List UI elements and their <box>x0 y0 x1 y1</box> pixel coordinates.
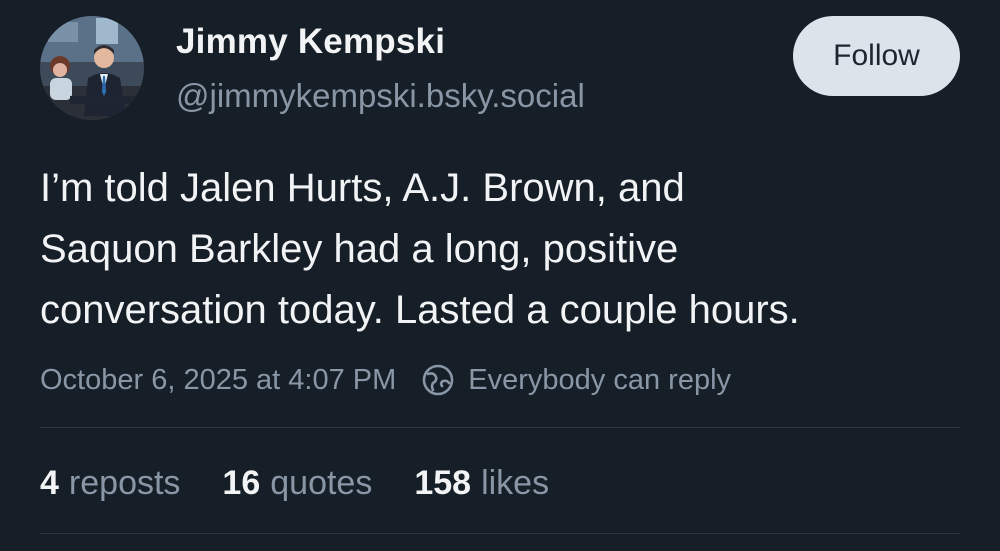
post-text: I’m told Jalen Hurts, A.J. Brown, and Sa… <box>40 166 800 332</box>
reply-setting[interactable]: Everybody can reply <box>420 362 731 398</box>
author-handle[interactable]: @jimmykempski.bsky.social <box>176 77 585 115</box>
bottom-divider <box>40 533 960 534</box>
globe-icon <box>422 364 454 396</box>
quotes-stat[interactable]: 16 quotes <box>222 464 372 503</box>
likes-count: 158 <box>414 463 472 502</box>
avatar-image <box>40 16 144 120</box>
reply-setting-label: Everybody can reply <box>468 363 732 396</box>
reposts-count: 4 <box>40 463 59 502</box>
quotes-count: 16 <box>222 463 261 502</box>
follow-button[interactable]: Follow <box>793 16 960 96</box>
post-card: Jimmy Kempski @jimmykempski.bsky.social … <box>0 0 1000 551</box>
divider <box>40 427 960 428</box>
reposts-stat[interactable]: 4 reposts <box>40 464 180 503</box>
engagement-stats: 4 reposts 16 quotes 158 likes <box>40 458 591 508</box>
post-meta: October 6, 2025 at 4:07 PM Everybody can… <box>40 358 731 402</box>
author-display-name[interactable]: Jimmy Kempski <box>176 22 445 62</box>
reposts-label: reposts <box>68 463 181 502</box>
likes-stat[interactable]: 158 likes <box>414 464 549 503</box>
quotes-label: quotes <box>270 463 373 502</box>
post-timestamp[interactable]: October 6, 2025 at 4:07 PM <box>40 364 396 397</box>
likes-label: likes <box>481 463 550 502</box>
avatar[interactable] <box>40 16 144 120</box>
